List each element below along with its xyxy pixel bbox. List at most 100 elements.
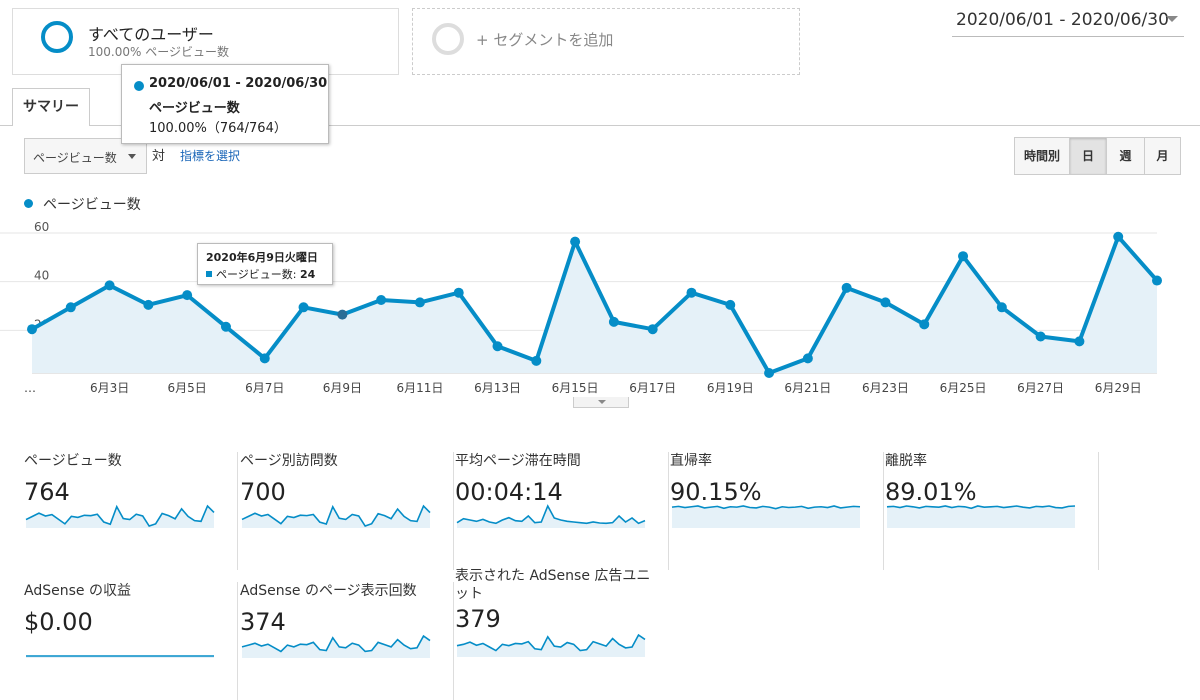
point-tooltip-value: 24 [300, 268, 316, 281]
x-tick-label: 6月29日 [1095, 381, 1142, 395]
sparkline-area [242, 636, 430, 658]
granularity-hourly[interactable]: 時間別 [1015, 138, 1069, 174]
tooltip-value: 100.00%（764/764） [149, 121, 287, 136]
data-point[interactable] [104, 280, 115, 291]
data-point[interactable] [143, 299, 154, 310]
point-tooltip: 2020年6月9日火曜日 ページビュー数: 24 [197, 243, 333, 285]
x-tick-label: 6月3日 [90, 381, 129, 395]
data-point[interactable] [570, 236, 581, 247]
data-point[interactable] [841, 282, 852, 293]
data-point[interactable] [919, 319, 930, 330]
legend-label: ページビュー数 [43, 197, 141, 213]
y-tick-label: 60 [34, 220, 49, 234]
metric-sparkline [671, 505, 861, 528]
metric-tile-label: AdSense の収益 [24, 583, 131, 599]
data-point[interactable] [647, 324, 658, 335]
point-tooltip-label: ページビュー数: [216, 268, 297, 281]
sparkline-area [672, 506, 860, 528]
sparkline-area [887, 506, 1075, 528]
data-point[interactable] [764, 368, 775, 378]
date-range-picker[interactable]: 2020/06/01 - 2020/06/30 [952, 10, 1184, 37]
granularity-week[interactable]: 週 [1106, 138, 1144, 174]
point-tooltip-date: 2020年6月9日火曜日 [206, 251, 318, 264]
x-tick-label: 6月17日 [629, 381, 676, 395]
metric-tile-label: 離脱率 [885, 453, 927, 469]
data-point[interactable] [1074, 336, 1085, 347]
data-point[interactable] [686, 287, 697, 298]
x-tick-label: … [24, 381, 36, 395]
x-tick-label: 6月5日 [168, 381, 207, 395]
metric-tile-label: ページビュー数 [24, 453, 122, 469]
x-tick-label: 6月23日 [862, 381, 909, 395]
pageviews-chart[interactable]: 604020…6月3日6月5日6月7日6月9日6月11日6月13日6月15日6月… [0, 215, 1200, 400]
data-point[interactable] [608, 316, 619, 327]
metric-sparkline [886, 505, 1076, 528]
x-tick-label: 6月19日 [707, 381, 754, 395]
data-point[interactable] [414, 297, 425, 308]
metric-tile[interactable]: 直帰率 90.15% [670, 452, 884, 570]
metric-tile-value: 379 [455, 605, 501, 633]
select-metric-link[interactable]: 指標を選択 [180, 147, 240, 164]
data-point[interactable] [996, 302, 1007, 313]
metric-tile[interactable]: AdSense の収益 $0.00 [24, 582, 238, 700]
data-point[interactable] [531, 355, 542, 366]
dropdown-caret-icon [128, 154, 136, 159]
granularity-day[interactable]: 日 [1069, 138, 1106, 174]
metric-tile[interactable]: 離脱率 89.01% [885, 452, 1099, 570]
chart-expander[interactable] [573, 397, 629, 408]
segment-subtitle: 100.00% ページビュー数 [88, 45, 229, 59]
tile-divider [237, 452, 238, 570]
sparkline-area [457, 506, 645, 528]
data-point[interactable] [298, 302, 309, 313]
metric-select-value: ページビュー数 [33, 151, 117, 165]
data-point[interactable] [376, 295, 387, 305]
chevron-down-icon [1166, 16, 1178, 22]
data-point[interactable] [880, 297, 891, 308]
tile-divider [237, 582, 238, 700]
point-tooltip-row: ページビュー数: 24 [206, 266, 315, 282]
data-point[interactable] [958, 251, 969, 262]
segment-name: すべてのユーザー [88, 25, 214, 44]
data-point[interactable] [27, 324, 37, 335]
data-point[interactable] [492, 341, 503, 352]
x-tick-label: 6月7日 [245, 381, 284, 395]
metric-tile-label: 表示された AdSense 広告ユニット [455, 568, 651, 602]
metric-tile-label: 平均ページ滞在時間 [455, 453, 581, 469]
metric-tile[interactable]: AdSense のページ表示回数 374 [240, 582, 454, 700]
data-point[interactable] [182, 290, 193, 301]
data-point[interactable] [453, 287, 464, 298]
data-point[interactable] [337, 309, 348, 320]
metric-sparkline [25, 504, 215, 528]
x-tick-label: 6月25日 [940, 381, 987, 395]
granularity-toggle: 時間別 日 週 月 [1014, 137, 1181, 175]
y-tick-label: 40 [34, 269, 49, 283]
metric-sparkline [241, 634, 431, 658]
x-tick-label: 6月9日 [323, 381, 362, 395]
data-point[interactable] [802, 353, 813, 364]
metric-tile-label: AdSense のページ表示回数 [240, 583, 417, 599]
tab-summary[interactable]: サマリー [12, 88, 90, 126]
metric-tile[interactable]: 表示された AdSense 広告ユニット 379 [455, 567, 669, 677]
metric-tile-label: ページ別訪問数 [240, 453, 338, 469]
versus-label: 対 [152, 149, 166, 164]
data-point[interactable] [65, 302, 76, 313]
metric-sparkline [456, 504, 646, 528]
series-dot-icon [134, 81, 144, 91]
granularity-month[interactable]: 月 [1144, 138, 1180, 174]
metric-tile[interactable]: 平均ページ滞在時間 00:04:14 [455, 452, 669, 570]
data-point[interactable] [220, 321, 231, 332]
data-point[interactable] [1113, 231, 1124, 242]
tooltip-metric: ページビュー数 [149, 101, 240, 116]
metric-sparkline [26, 655, 214, 658]
metric-tile[interactable]: ページ別訪問数 700 [240, 452, 454, 570]
segment-tooltip: 2020/06/01 - 2020/06/30 ページビュー数 100.00%（… [121, 64, 329, 144]
metric-tile[interactable]: ページビュー数 764 [24, 452, 238, 570]
data-point[interactable] [259, 353, 270, 364]
data-point[interactable] [1035, 331, 1046, 342]
metric-sparkline [456, 633, 646, 657]
tile-divider [453, 452, 454, 570]
tile-divider [1098, 452, 1099, 570]
data-point[interactable] [725, 299, 736, 310]
add-segment-button[interactable]: + セグメントを追加 [412, 8, 800, 75]
data-point[interactable] [1152, 275, 1162, 286]
